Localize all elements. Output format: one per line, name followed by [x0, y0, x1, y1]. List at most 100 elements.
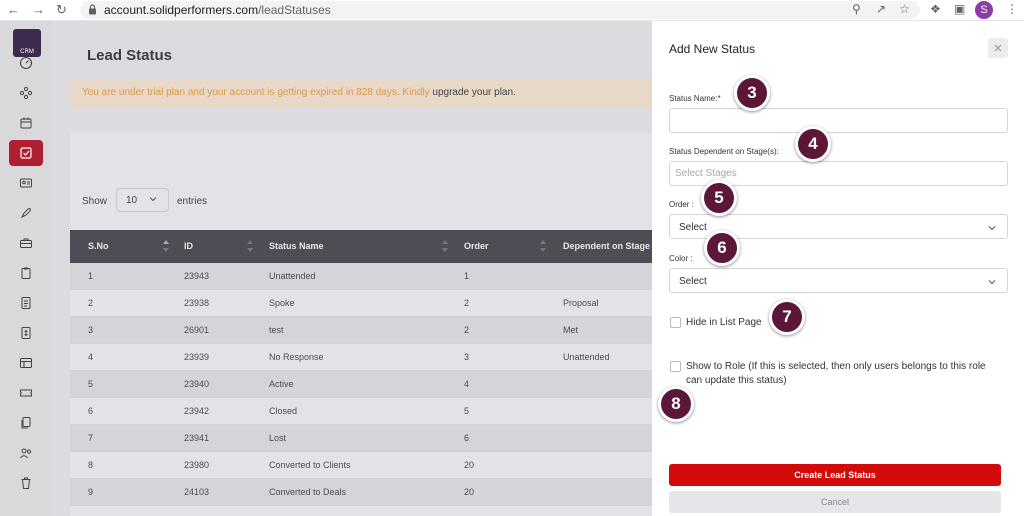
sidebar-item-briefcase[interactable]	[9, 230, 43, 256]
table-cell-id: 26901	[184, 325, 210, 335]
entries-select[interactable]: 10	[116, 188, 169, 212]
table-row: 1 23943 Unattended 1	[70, 263, 652, 290]
table-cell-order: 20	[464, 487, 475, 497]
table-cell-stage: Met	[563, 325, 579, 335]
table-cell-sno: 2	[88, 298, 94, 308]
table-cell-sno: 8	[88, 460, 94, 470]
sort-icon[interactable]	[539, 237, 547, 255]
upgrade-link[interactable]: upgrade your plan.	[432, 87, 515, 98]
column-header-id[interactable]: ID	[184, 241, 193, 251]
table-cell-sno: 5	[88, 379, 94, 389]
table-cell-stage: Proposal	[563, 298, 599, 308]
extensions-icon[interactable]: ❖	[930, 2, 941, 16]
sidebar-item-ticket[interactable]	[9, 380, 43, 406]
table-cell-order: 5	[464, 406, 470, 416]
table-row: 3 26901 test 2 Met	[70, 317, 652, 344]
sidebar-item-calendar[interactable]	[9, 110, 43, 136]
table-cell-name: Spoke	[269, 298, 295, 308]
table-cell-stage: Unattended	[563, 352, 610, 362]
bookmark-star-icon[interactable]: ☆	[899, 2, 910, 16]
trial-banner: You are under trial plan and your accoun…	[70, 79, 652, 107]
panel-title: Add New Status	[669, 42, 756, 56]
reload-icon[interactable]: ↻	[56, 2, 67, 18]
zoom-icon[interactable]: ⚲	[852, 2, 861, 16]
table-row: 9 24103 Converted to Deals 20	[70, 479, 652, 506]
column-header-sno[interactable]: S.No	[88, 241, 109, 251]
profile-avatar[interactable]: S	[975, 1, 993, 19]
status-name-label: Status Name:*	[669, 94, 721, 103]
callout-badge: 7	[769, 299, 805, 335]
table-row: 6 23942 Closed 5	[70, 398, 652, 425]
sidepanel-icon[interactable]: ▣	[954, 2, 965, 16]
sidebar-item-checkbox[interactable]	[9, 140, 43, 166]
stages-label: Status Dependent on Stage(s):	[669, 147, 779, 156]
callout-badge: 6	[704, 230, 740, 266]
create-lead-status-button[interactable]: Create Lead Status	[669, 464, 1001, 486]
table-cell-id: 23939	[184, 352, 210, 362]
url-text: account.solidperformers.com/leadStatuses	[104, 3, 331, 17]
browser-toolbar: ← → ↻ account.solidperformers.com/leadSt…	[0, 0, 1024, 21]
callout-badge: 8	[658, 386, 694, 422]
files-icon	[21, 417, 31, 429]
table-cell-id: 23980	[184, 460, 210, 470]
sidebar-item-users[interactable]	[9, 440, 43, 466]
table-cell-id: 23943	[184, 271, 210, 281]
table-cell-id: 23940	[184, 379, 210, 389]
users-icon	[20, 448, 32, 459]
sort-icon[interactable]	[246, 237, 254, 255]
sidebar-item-network[interactable]	[9, 80, 43, 106]
sidebar-item-contact-card[interactable]	[9, 170, 43, 196]
table-cell-id: 24103	[184, 487, 210, 497]
sidebar-item-files[interactable]	[9, 410, 43, 436]
cancel-button[interactable]: Cancel	[669, 491, 1001, 513]
table-cell-name: Closed	[269, 406, 298, 416]
trial-text: You are under trial plan and your accoun…	[82, 87, 430, 98]
table-cell-order: 3	[464, 352, 470, 362]
column-header-status-name[interactable]: Status Name	[269, 241, 324, 251]
hide-in-list-label: Hide in List Page	[686, 317, 762, 328]
table-cell-sno: 4	[88, 352, 94, 362]
share-icon[interactable]: ↗	[876, 2, 886, 16]
sidebar-item-invoice[interactable]	[9, 320, 43, 346]
table-cell-id: 23942	[184, 406, 210, 416]
column-header-order[interactable]: Order	[464, 241, 489, 251]
back-arrow-icon[interactable]: ←	[7, 2, 20, 17]
show-to-role-checkbox[interactable]	[670, 361, 681, 372]
table-cell-order: 20	[464, 460, 475, 470]
address-bar[interactable]: account.solidperformers.com/leadStatuses	[80, 1, 920, 19]
table-cell-name: Lost	[269, 433, 287, 443]
close-button[interactable]	[988, 38, 1008, 58]
table-cell-name: Active	[269, 379, 294, 389]
rocket-icon	[20, 208, 31, 219]
trash-icon	[21, 477, 31, 489]
callout-badge: 3	[734, 75, 770, 111]
sidebar-item-clipboard[interactable]	[9, 260, 43, 286]
table-row: 4 23939 No Response 3 Unattended	[70, 344, 652, 371]
show-to-role-label-line1: Show to Role (If this is selected, then …	[686, 361, 986, 372]
show-label: Show	[82, 196, 108, 207]
trial-message: You are under trial plan and your accoun…	[82, 87, 516, 98]
status-name-input[interactable]	[669, 108, 1008, 133]
sort-icon[interactable]	[441, 237, 449, 255]
menu-kebab-icon[interactable]: ⋮	[1006, 2, 1018, 16]
add-status-panel: Add New Status Status Name:* Status Depe…	[652, 21, 1024, 516]
calendar-icon	[20, 117, 32, 129]
clipboard-icon	[21, 267, 31, 279]
close-icon	[994, 44, 1002, 52]
sidebar-item-table[interactable]	[9, 350, 43, 376]
table-row: 2 23938 Spoke 2 Proposal	[70, 290, 652, 317]
sidebar-item-dashboard[interactable]	[9, 50, 43, 76]
column-header-dependent-stage[interactable]: Dependent on Stage	[563, 241, 650, 251]
color-select[interactable]: Select	[669, 268, 1008, 293]
sidebar-item-trash[interactable]	[9, 470, 43, 496]
table-cell-id: 23941	[184, 433, 210, 443]
table-icon	[20, 358, 32, 368]
sort-icon[interactable]	[162, 237, 170, 255]
hide-in-list-checkbox[interactable]	[670, 317, 681, 328]
sidebar-item-rocket[interactable]	[9, 200, 43, 226]
sidebar-item-document[interactable]	[9, 290, 43, 316]
table-row: 5 23940 Active 4	[70, 371, 652, 398]
order-label: Order :	[669, 200, 694, 209]
forward-arrow-icon[interactable]: →	[32, 2, 45, 17]
order-value: Select	[679, 222, 707, 233]
